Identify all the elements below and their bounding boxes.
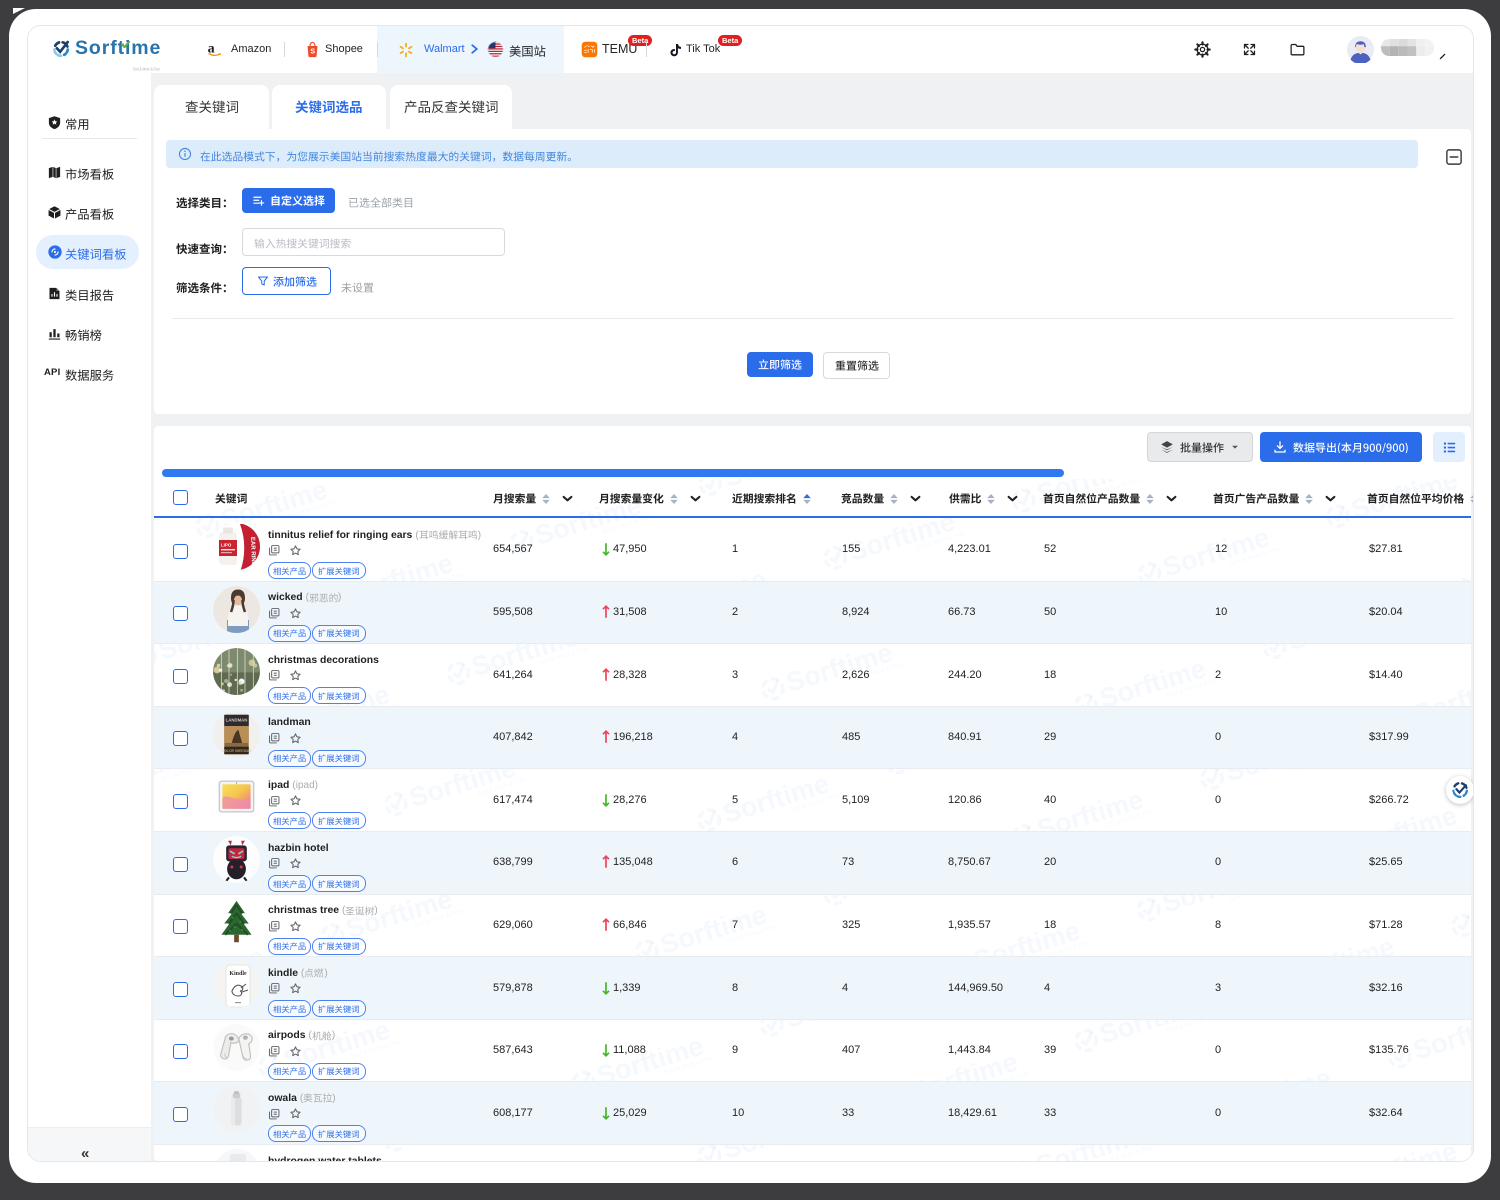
svg-text:TAYLOR SHERIDAN: TAYLOR SHERIDAN <box>222 749 252 753</box>
svg-text:LANDMAN: LANDMAN <box>226 717 248 722</box>
svg-text:Kindle: Kindle <box>229 971 247 977</box>
svg-text:LIPO: LIPO <box>221 543 232 548</box>
svg-text:Sort & More & Free: Sort & More & Free <box>133 67 160 72</box>
svg-text:S: S <box>310 47 315 55</box>
